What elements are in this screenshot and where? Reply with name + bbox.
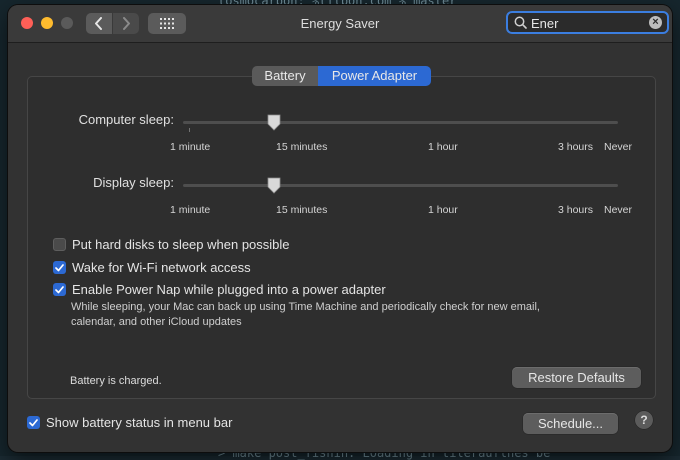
tick-label: 1 minute	[170, 141, 211, 153]
hard-disk-sleep-checkbox[interactable]	[53, 238, 66, 251]
title-bar: Energy Saver Ener ×	[8, 5, 672, 43]
schedule-button[interactable]: Schedule...	[523, 413, 618, 434]
hard-disk-sleep-option[interactable]: Put hard disks to sleep when possible	[53, 237, 290, 252]
help-button[interactable]: ?	[635, 411, 653, 429]
tick-mark	[189, 128, 190, 132]
description-line: calendar, and other iCloud updates	[71, 316, 242, 328]
tick-label: 15 minutes	[276, 204, 328, 216]
tab-battery[interactable]: Battery	[252, 66, 318, 86]
battery-status-text: Battery is charged.	[70, 375, 162, 387]
computer-sleep-slider[interactable]	[183, 121, 618, 124]
tick-label: 1 hour	[428, 141, 458, 153]
wake-wifi-option[interactable]: Wake for Wi-Fi network access	[53, 260, 251, 275]
tick-label: 15 minutes	[276, 141, 328, 153]
tick-label: 3 hours	[558, 204, 594, 216]
display-sleep-label: Display sleep:	[93, 175, 174, 190]
option-label: Wake for Wi-Fi network access	[72, 260, 251, 275]
display-sleep-slider[interactable]	[183, 184, 618, 187]
energy-saver-window: Energy Saver Ener × Battery Power Adapte…	[8, 5, 672, 452]
checkmark-icon	[29, 418, 38, 426]
tick-label: 3 hours	[558, 141, 594, 153]
computer-sleep-label: Computer sleep:	[78, 112, 174, 127]
tab-power-adapter[interactable]: Power Adapter	[318, 66, 431, 86]
restore-defaults-button[interactable]: Restore Defaults	[512, 367, 641, 388]
settings-panel: Computer sleep: 1 minute 15 minutes 1 ho…	[27, 76, 656, 399]
search-field[interactable]: Ener ×	[506, 11, 669, 34]
option-label: Show battery status in menu bar	[46, 415, 233, 430]
show-battery-status-checkbox[interactable]	[27, 416, 40, 429]
tick-label: 1 hour	[428, 204, 458, 216]
checkmark-icon	[55, 285, 64, 293]
tick-label: Never	[604, 141, 633, 153]
display-sleep-knob[interactable]	[266, 177, 282, 199]
slider-knob-icon	[267, 177, 281, 194]
search-icon	[514, 16, 527, 29]
power-nap-checkbox[interactable]	[53, 283, 66, 296]
option-label: Put hard disks to sleep when possible	[72, 237, 290, 252]
power-nap-option[interactable]: Enable Power Nap while plugged into a po…	[53, 282, 386, 297]
wake-wifi-checkbox[interactable]	[53, 261, 66, 274]
checkmark-icon	[55, 263, 64, 271]
computer-sleep-knob[interactable]	[266, 114, 282, 136]
clear-icon[interactable]: ×	[649, 16, 662, 29]
description-line: While sleeping, your Mac can back up usi…	[71, 301, 540, 313]
segmented-tabs: Battery Power Adapter	[252, 66, 431, 86]
search-input[interactable]: Ener	[531, 16, 558, 31]
tick-label: Never	[604, 204, 633, 216]
option-label: Enable Power Nap while plugged into a po…	[72, 282, 386, 297]
power-nap-description: While sleeping, your Mac can back up usi…	[71, 300, 540, 330]
tick-label: 1 minute	[170, 204, 211, 216]
show-battery-status-option[interactable]: Show battery status in menu bar	[27, 415, 232, 430]
slider-knob-icon	[267, 114, 281, 131]
